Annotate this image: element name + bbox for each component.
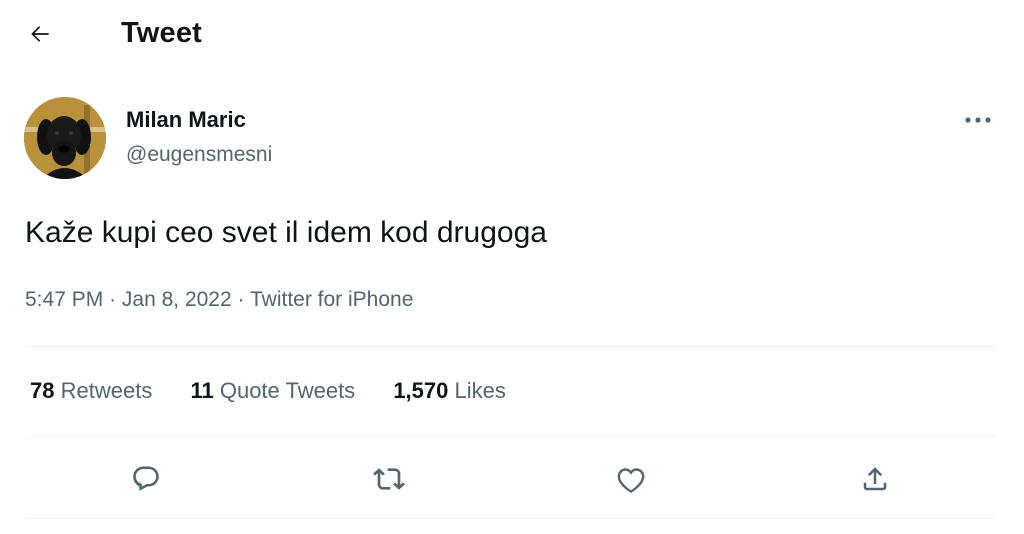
author-handle[interactable]: @eugensmesni xyxy=(126,141,272,169)
likes-count: 1,570 xyxy=(393,378,449,403)
share-icon xyxy=(863,467,887,491)
tweet-actions xyxy=(0,456,1024,502)
arrow-left-icon xyxy=(31,26,49,42)
divider xyxy=(25,518,995,519)
retweet-button[interactable] xyxy=(366,456,412,502)
heart-icon xyxy=(617,468,645,493)
tweet-date[interactable]: Jan 8, 2022 xyxy=(122,288,232,311)
tweet-text: Kaže kupi ceo svet il idem kod drugoga xyxy=(25,216,547,249)
tweet-stats: 78 Retweets 11 Quote Tweets 1,570 Likes xyxy=(30,376,538,406)
retweets-label: Retweets xyxy=(60,378,153,403)
tweet-time[interactable]: 5:47 PM xyxy=(25,288,103,311)
retweet-icon xyxy=(373,468,405,490)
retweets-stat[interactable]: 78 Retweets xyxy=(30,376,152,406)
dog-avatar-image xyxy=(24,97,106,179)
more-options-button[interactable] xyxy=(958,106,998,134)
page-title: Tweet xyxy=(121,17,203,49)
reply-button[interactable] xyxy=(123,456,169,502)
quote-tweets-label: Quote Tweets xyxy=(219,378,356,403)
share-button[interactable] xyxy=(852,456,898,502)
divider xyxy=(25,346,995,347)
more-horizontal-icon xyxy=(965,117,991,123)
avatar[interactable] xyxy=(24,97,106,179)
author-name[interactable]: Milan Maric xyxy=(126,106,246,134)
retweets-count: 78 xyxy=(30,378,55,403)
reply-icon xyxy=(133,466,159,491)
likes-stat[interactable]: 1,570 Likes xyxy=(393,376,506,406)
quote-tweets-stat[interactable]: 11 Quote Tweets xyxy=(190,376,355,406)
tweet-meta: 5:47 PM · Jan 8, 2022 · Twitter for iPho… xyxy=(25,285,413,315)
tweet-header: Tweet xyxy=(0,0,1024,68)
likes-label: Likes xyxy=(454,378,506,403)
meta-separator: · xyxy=(109,288,117,311)
quote-tweets-count: 11 xyxy=(190,378,214,403)
tweet-source[interactable]: Twitter for iPhone xyxy=(250,288,413,311)
like-button[interactable] xyxy=(608,456,654,502)
back-button[interactable] xyxy=(22,16,58,52)
meta-separator: · xyxy=(237,288,245,311)
divider xyxy=(25,436,995,437)
